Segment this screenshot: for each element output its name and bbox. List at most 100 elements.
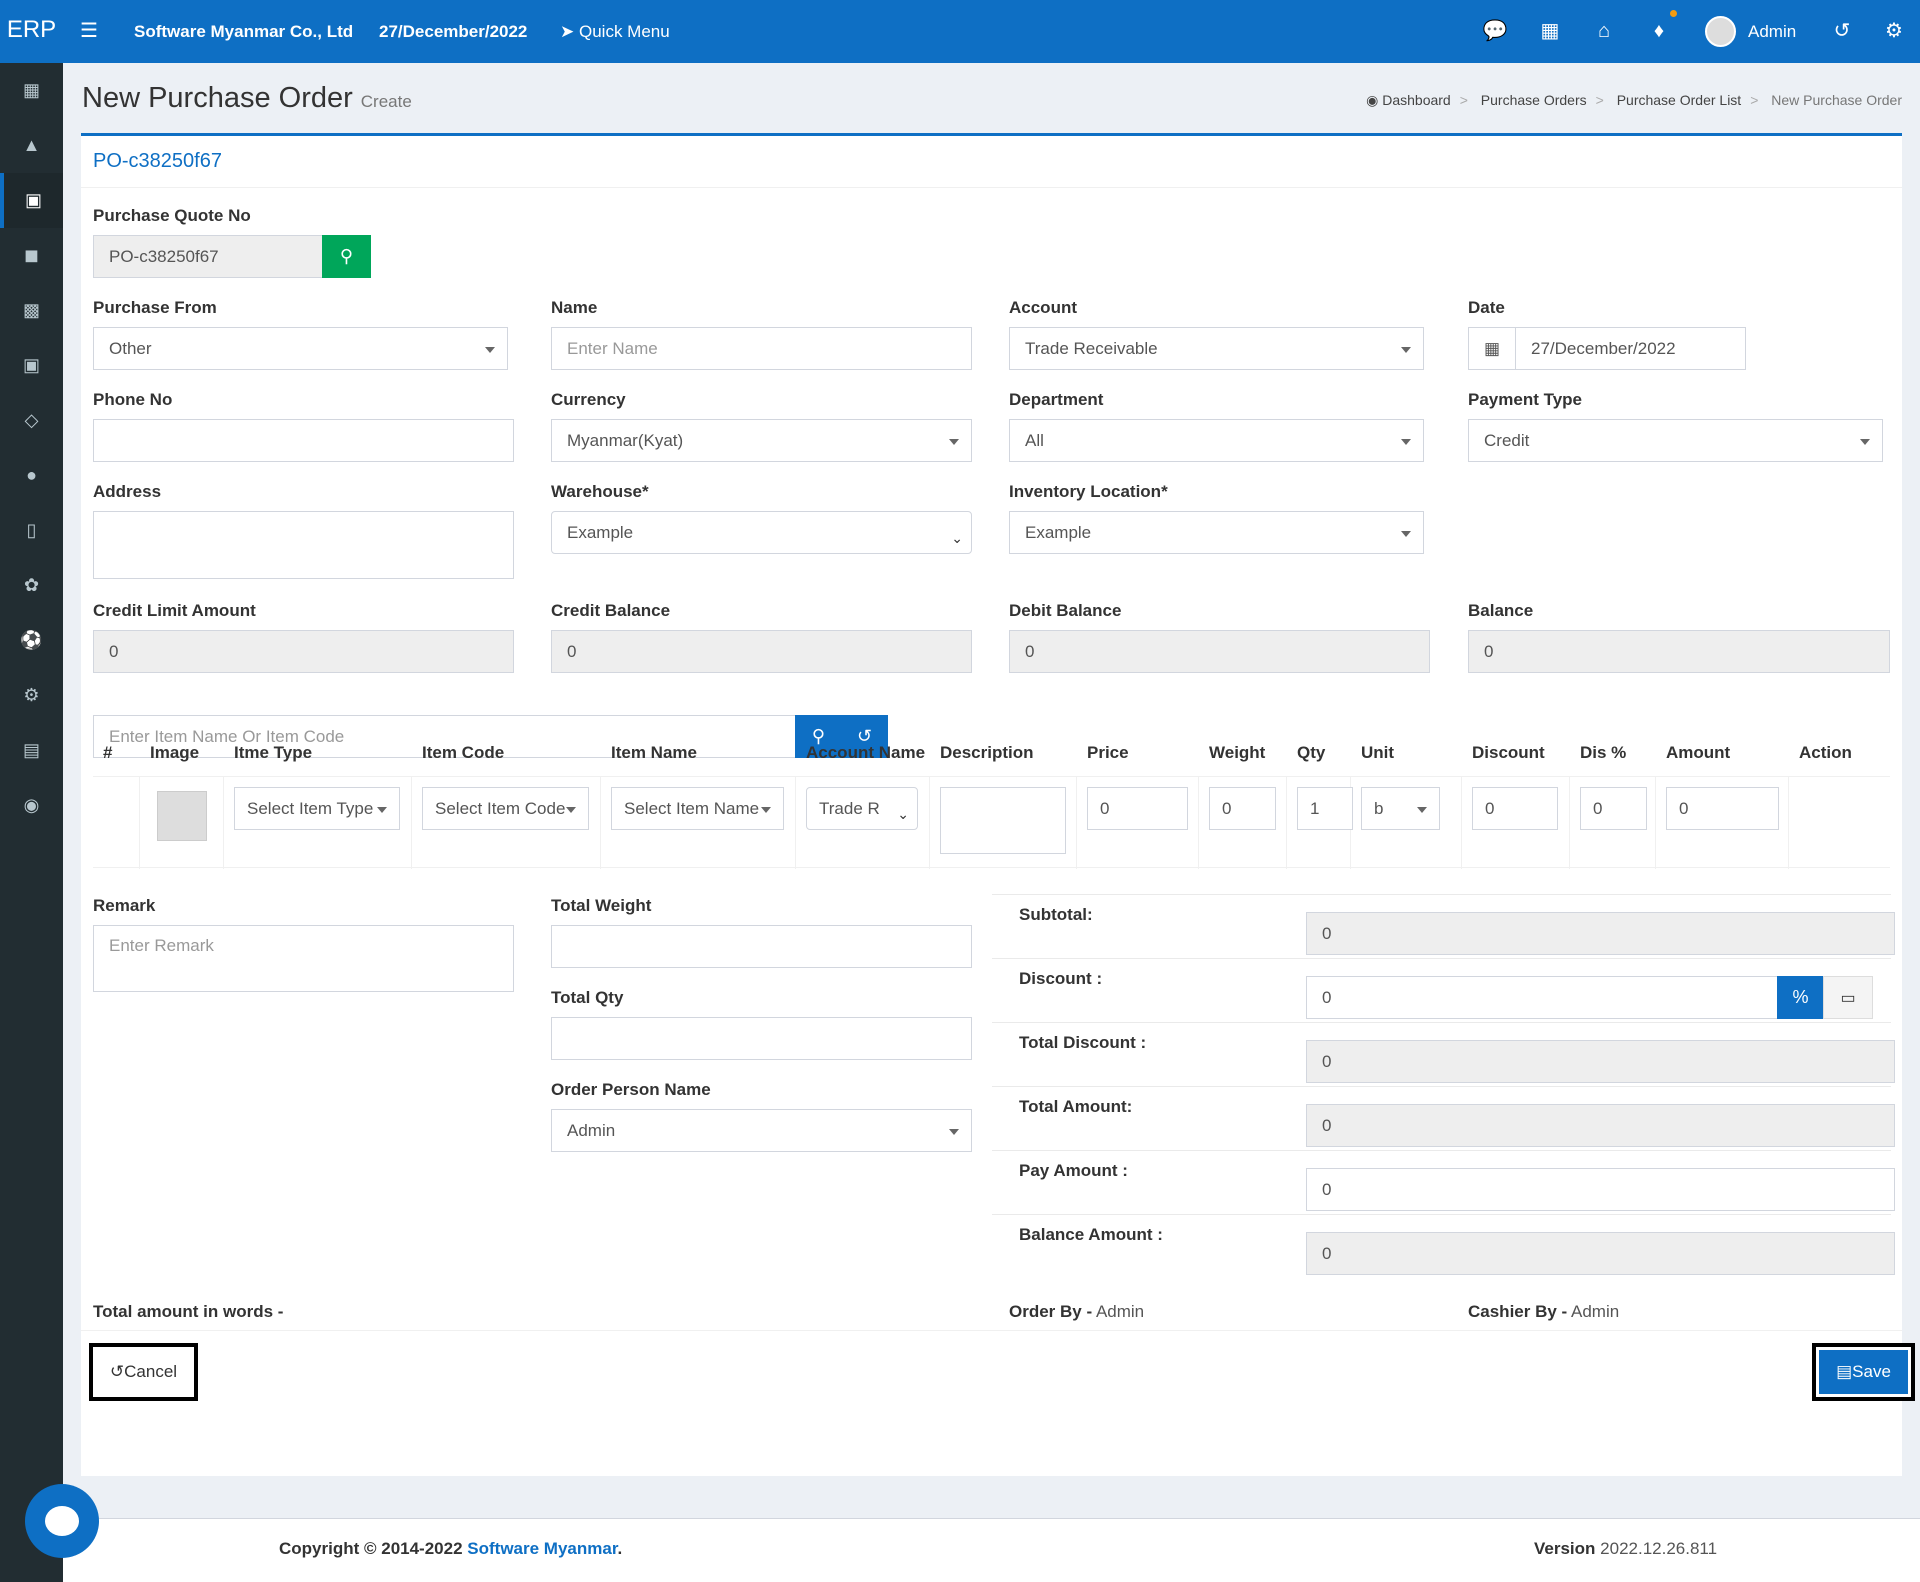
order-by-label: Order By - xyxy=(1009,1302,1093,1321)
money-icon: ▭ xyxy=(1840,990,1856,1007)
item-code-select[interactable]: Select Item Code xyxy=(422,787,589,830)
user-name[interactable]: Admin xyxy=(1748,0,1796,63)
inventory-location-select[interactable]: Example xyxy=(1009,511,1424,554)
warehouse-select[interactable]: Example ⌄ xyxy=(551,511,972,554)
pay-amount-input[interactable]: 0 xyxy=(1306,1168,1895,1211)
price-input[interactable]: 0 xyxy=(1087,787,1188,830)
order-person-select[interactable]: Admin xyxy=(551,1109,972,1152)
gear-icon[interactable]: ⚙ xyxy=(1874,0,1914,63)
save-button[interactable]: ▤Save xyxy=(1819,1350,1908,1394)
col-dis-percent: Dis % xyxy=(1580,743,1627,762)
users-icon[interactable]: ● xyxy=(0,448,63,503)
calendar-icon[interactable]: ▦ xyxy=(1468,327,1516,370)
col-qty: Qty xyxy=(1297,743,1326,762)
name-input[interactable]: Enter Name xyxy=(551,327,972,370)
subtotal-label: Subtotal: xyxy=(1019,905,1093,924)
remark-textarea[interactable]: Enter Remark xyxy=(93,925,514,992)
page-title: New Purchase Order Create xyxy=(82,82,412,115)
currency-label: Currency xyxy=(551,390,626,409)
summary-discount-input[interactable]: 0 xyxy=(1306,976,1778,1019)
calculator-icon[interactable]: ▦ xyxy=(0,63,63,118)
phone-label: Phone No xyxy=(93,390,173,409)
company-link[interactable]: Software Myanmar xyxy=(467,1539,617,1558)
payment-type-select[interactable]: Credit xyxy=(1468,419,1883,462)
quick-menu-button[interactable]: ➤ Quick Menu xyxy=(560,0,670,63)
discount-input[interactable]: 0 xyxy=(1472,787,1558,830)
col-discount: Discount xyxy=(1472,743,1545,762)
search-quote-button[interactable]: ⚲ xyxy=(322,235,371,278)
cube-icon[interactable]: ◼ xyxy=(0,228,63,283)
book-icon[interactable]: ▤ xyxy=(0,723,63,778)
clipboard-icon[interactable]: ▩ xyxy=(0,283,63,338)
order-person-label: Order Person Name xyxy=(551,1080,711,1099)
cash-toggle-button[interactable]: ▭ xyxy=(1823,976,1873,1019)
avatar[interactable] xyxy=(1705,16,1736,47)
qty-input[interactable]: 1 xyxy=(1297,787,1353,830)
description-textarea[interactable] xyxy=(940,787,1066,854)
purchase-quote-no-input[interactable]: PO-c38250f67 xyxy=(93,235,323,278)
floppy-disk-icon: ▤ xyxy=(1836,1362,1853,1381)
cancel-button[interactable]: ↺Cancel xyxy=(89,1343,198,1401)
breadcrumb-purchase-order-list[interactable]: Purchase Order List xyxy=(1617,92,1742,108)
comment-icon[interactable]: ◉ xyxy=(0,778,63,833)
footer: Copyright © 2014-2022 Software Myanmar. … xyxy=(63,1518,1920,1582)
bar-chart-icon[interactable]: ▯ xyxy=(0,503,63,558)
soccer-ball-icon[interactable]: ⚽ xyxy=(0,613,63,668)
item-name-select[interactable]: Select Item Name xyxy=(611,787,784,830)
total-amount-input[interactable]: 0 xyxy=(1306,1104,1895,1147)
total-amount-label: Total Amount: xyxy=(1019,1097,1133,1116)
total-weight-input[interactable] xyxy=(551,925,972,968)
version-label: Version xyxy=(1534,1539,1596,1558)
debit-balance-input[interactable]: 0 xyxy=(1009,630,1430,673)
credit-limit-input[interactable]: 0 xyxy=(93,630,514,673)
area-chart-icon[interactable]: ▲ xyxy=(0,118,63,173)
page-subtitle: Create xyxy=(360,92,412,111)
col-amount: Amount xyxy=(1666,743,1731,762)
percent-toggle-button[interactable]: % xyxy=(1777,976,1824,1019)
undo-icon: ↺ xyxy=(109,1362,125,1381)
history-icon[interactable]: ↺ xyxy=(1822,0,1862,63)
address-textarea[interactable] xyxy=(93,511,514,579)
subtotal-input[interactable]: 0 xyxy=(1306,912,1895,955)
breadcrumb-dashboard[interactable]: Dashboard xyxy=(1382,92,1451,108)
account-name-select[interactable]: Trade R ⌄ xyxy=(806,787,918,830)
credit-balance-input[interactable]: 0 xyxy=(551,630,972,673)
date-input[interactable]: 27/December/2022 xyxy=(1515,327,1746,370)
total-qty-input[interactable] xyxy=(551,1017,972,1060)
col-account-name: Account Name xyxy=(806,743,926,762)
credit-card-icon[interactable]: ▣ xyxy=(0,173,63,228)
weight-input[interactable]: 0 xyxy=(1209,787,1276,830)
settings-icon[interactable]: ⚙ xyxy=(0,668,63,723)
breadcrumb-purchase-orders[interactable]: Purchase Orders xyxy=(1481,92,1587,108)
col-image: Image xyxy=(150,743,200,762)
cart-icon[interactable]: ▣ xyxy=(0,338,63,393)
unit-select[interactable]: b xyxy=(1361,787,1440,830)
col-unit: Unit xyxy=(1361,743,1395,762)
total-discount-input[interactable]: 0 xyxy=(1306,1040,1895,1083)
account-select[interactable]: Trade Receivable xyxy=(1009,327,1424,370)
sidebar: ▦ ▲ ▣ ◼ ▩ ▣ ◇ ● ▯ ✿ ⚽ ⚙ ▤ ◉ xyxy=(0,63,63,1582)
diamond-icon[interactable]: ◇ xyxy=(0,393,63,448)
home-icon[interactable]: ⌂ xyxy=(1584,0,1624,63)
col-number: # xyxy=(103,743,113,762)
leaf-icon[interactable]: ✿ xyxy=(0,558,63,613)
balance-input[interactable]: 0 xyxy=(1468,630,1890,673)
item-type-select[interactable]: Select Item Type xyxy=(234,787,400,830)
currency-select[interactable]: Myanmar(Kyat) xyxy=(551,419,972,462)
credit-limit-label: Credit Limit Amount xyxy=(93,601,256,620)
phone-input[interactable] xyxy=(93,419,514,462)
payment-type-label: Payment Type xyxy=(1468,390,1583,409)
purchase-order-form: PO-c38250f67 Purchase Quote No PO-c38250… xyxy=(81,133,1915,1476)
balance-amount-input[interactable]: 0 xyxy=(1306,1232,1895,1275)
calculator-icon[interactable]: ▦ xyxy=(1530,0,1570,63)
col-item-name: Item Name xyxy=(611,743,697,762)
chat-bubble-icon xyxy=(45,1506,79,1536)
hamburger-menu-icon[interactable]: ☰ xyxy=(69,0,109,63)
app-logo[interactable]: ERP xyxy=(0,0,63,63)
amount-input[interactable]: 0 xyxy=(1666,787,1779,830)
purchase-from-select[interactable]: Other xyxy=(93,327,508,370)
chat-icon[interactable]: 💬 xyxy=(1475,0,1515,63)
dis-percent-input[interactable]: 0 xyxy=(1580,787,1647,830)
chat-widget-button[interactable] xyxy=(25,1484,99,1558)
department-select[interactable]: All xyxy=(1009,419,1424,462)
